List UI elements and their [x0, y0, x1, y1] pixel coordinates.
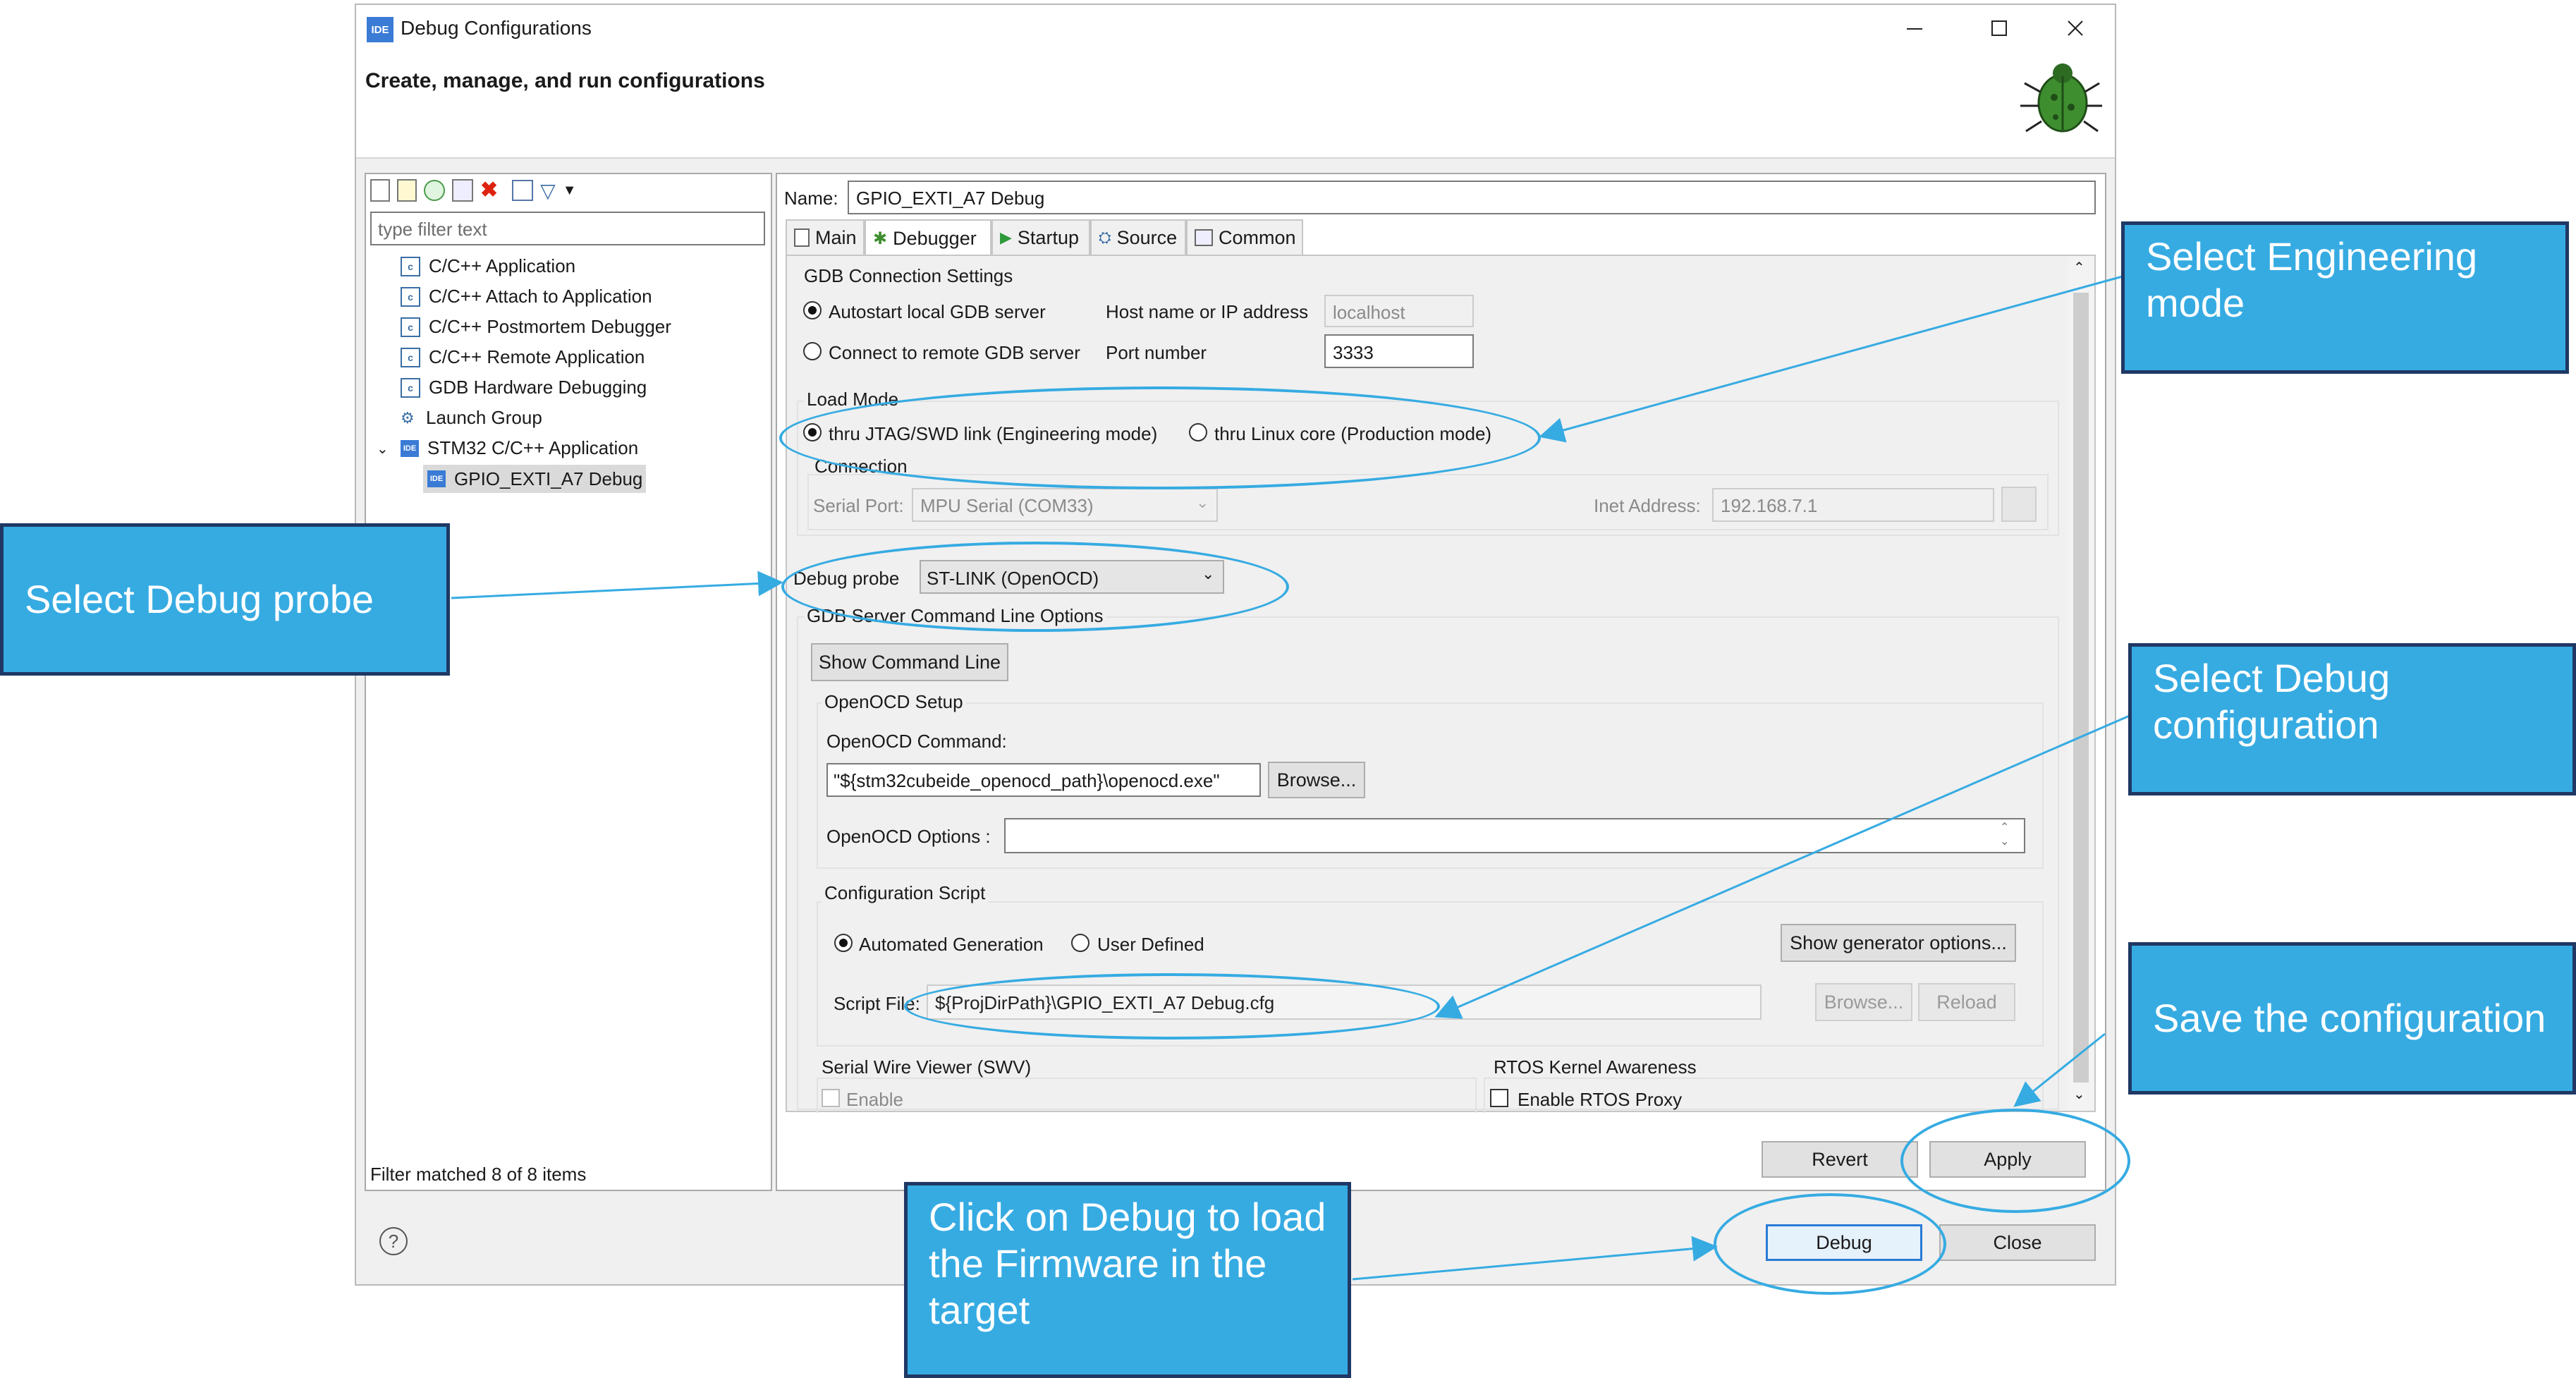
callout-debug-configuration: Select Debug configuration [2128, 643, 2576, 795]
callout-click-debug: Click on Debug to load the Firmware in t… [904, 1182, 1351, 1378]
callout-save-configuration: Save the configuration [2128, 942, 2576, 1095]
callout-engineering-mode: Select Engineering mode [2121, 221, 2569, 374]
callout-debug-probe: Select Debug probe [0, 523, 450, 676]
